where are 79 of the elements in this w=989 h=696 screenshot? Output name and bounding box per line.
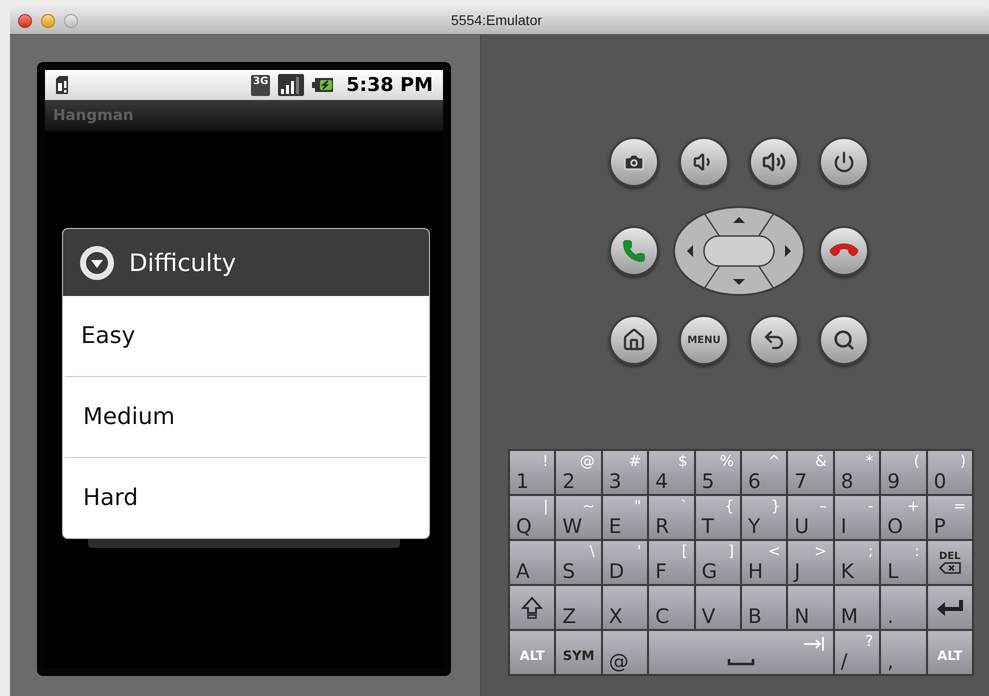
app-title: Hangman [53,105,134,126]
keyboard-key[interactable]: 1 ! [510,451,554,494]
difficulty-option[interactable]: Easy [63,296,429,376]
keyboard-key[interactable]: 3 # [602,451,648,494]
dialog-title: Difficulty [129,248,236,278]
sim-card-alert-icon [55,75,69,95]
keyboard-key[interactable]: W ~ [556,496,601,539]
delete-key[interactable]: DEL [928,541,972,584]
keyboard-key[interactable]: X [602,586,648,629]
space-icon [727,658,756,666]
power-icon [833,151,855,173]
keyboard-key[interactable]: L : [881,541,926,584]
keyboard-key[interactable]: K ; [834,541,880,584]
home-button[interactable] [609,315,659,365]
signal-strength-icon [278,74,304,96]
keyboard-key[interactable]: 9 ( [881,451,926,494]
keyboard-key[interactable]: Z [556,586,601,629]
keyboard-key[interactable]: G ] [696,541,740,584]
enter-key[interactable] [928,586,972,629]
volume-up-icon [762,150,786,174]
keyboard-key[interactable]: , [881,631,926,674]
keyboard-key[interactable]: R ` [649,496,694,539]
shift-arrow-icon [521,596,544,620]
search-button[interactable] [819,315,869,365]
dpad[interactable] [672,205,806,297]
difficulty-option[interactable]: Medium [65,377,427,457]
keyboard-key[interactable]: T { [696,496,740,539]
power-button[interactable] [819,137,869,187]
shift-key[interactable] [510,586,554,629]
keyboard-key[interactable]: 5 % [696,451,740,494]
keyboard-key[interactable]: / ? [834,631,880,674]
keyboard-key[interactable]: 7 & [788,451,833,494]
keyboard-key[interactable]: M [834,586,880,629]
keyboard-key[interactable]: 6 ^ [742,451,786,494]
volume-up-button[interactable] [749,137,799,187]
volume-down-button[interactable] [679,137,729,187]
clock-time: 5:38 PM [346,72,433,98]
keyboard-key[interactable]: C [649,586,694,629]
keyboard-key[interactable]: V [696,586,740,629]
camera-button[interactable] [609,137,659,187]
keyboard-key[interactable]: H < [742,541,786,584]
back-arrow-icon [762,328,786,352]
keyboard-key[interactable]: A [510,541,554,584]
keyboard-key[interactable]: O + [881,496,926,539]
tab-arrow-icon [802,636,825,652]
keyboard-key[interactable]: J > [788,541,833,584]
keyboard-key[interactable]: I - [834,496,880,539]
keyboard-key[interactable]: Q | [510,496,554,539]
keyboard-key[interactable]: 4 $ [649,451,694,494]
difficulty-option[interactable]: Hard [65,458,427,538]
keyboard-key[interactable]: U – [788,496,833,539]
window-title: 5554:Emulator [450,11,542,30]
keyboard-key[interactable]: D ' [602,541,648,584]
home-icon [622,328,646,352]
keyboard-key[interactable]: E " [602,496,648,539]
keyboard-key[interactable]: 2 @ [556,451,601,494]
dropdown-circle-icon [79,244,115,280]
phone-icon [622,239,646,263]
battery-charging-icon [311,77,336,93]
keyboard-key[interactable]: Y } [742,496,786,539]
search-icon [833,329,855,351]
sym-key[interactable]: SYM [556,631,601,674]
keyboard-key[interactable]: S \ [556,541,601,584]
keyboard-key[interactable]: N [788,586,833,629]
network-type-icon: 3G [251,74,270,96]
end-call-button[interactable] [819,226,869,276]
keyboard-key[interactable]: @ [602,631,648,674]
keyboard-key[interactable]: 0 ) [928,451,972,494]
keyboard-key[interactable]: . [881,586,926,629]
backspace-icon [938,562,961,574]
enter-arrow-icon [934,598,965,618]
keyboard-key[interactable]: P = [928,496,972,539]
call-button[interactable] [609,226,659,276]
menu-button[interactable]: MENU [679,315,729,365]
keyboard-key[interactable]: F [ [649,541,694,584]
keyboard-key[interactable]: 8 * [834,451,880,494]
back-button[interactable] [749,315,799,365]
keyboard-key[interactable]: B [742,586,786,629]
close-window-button[interactable] [18,14,32,28]
